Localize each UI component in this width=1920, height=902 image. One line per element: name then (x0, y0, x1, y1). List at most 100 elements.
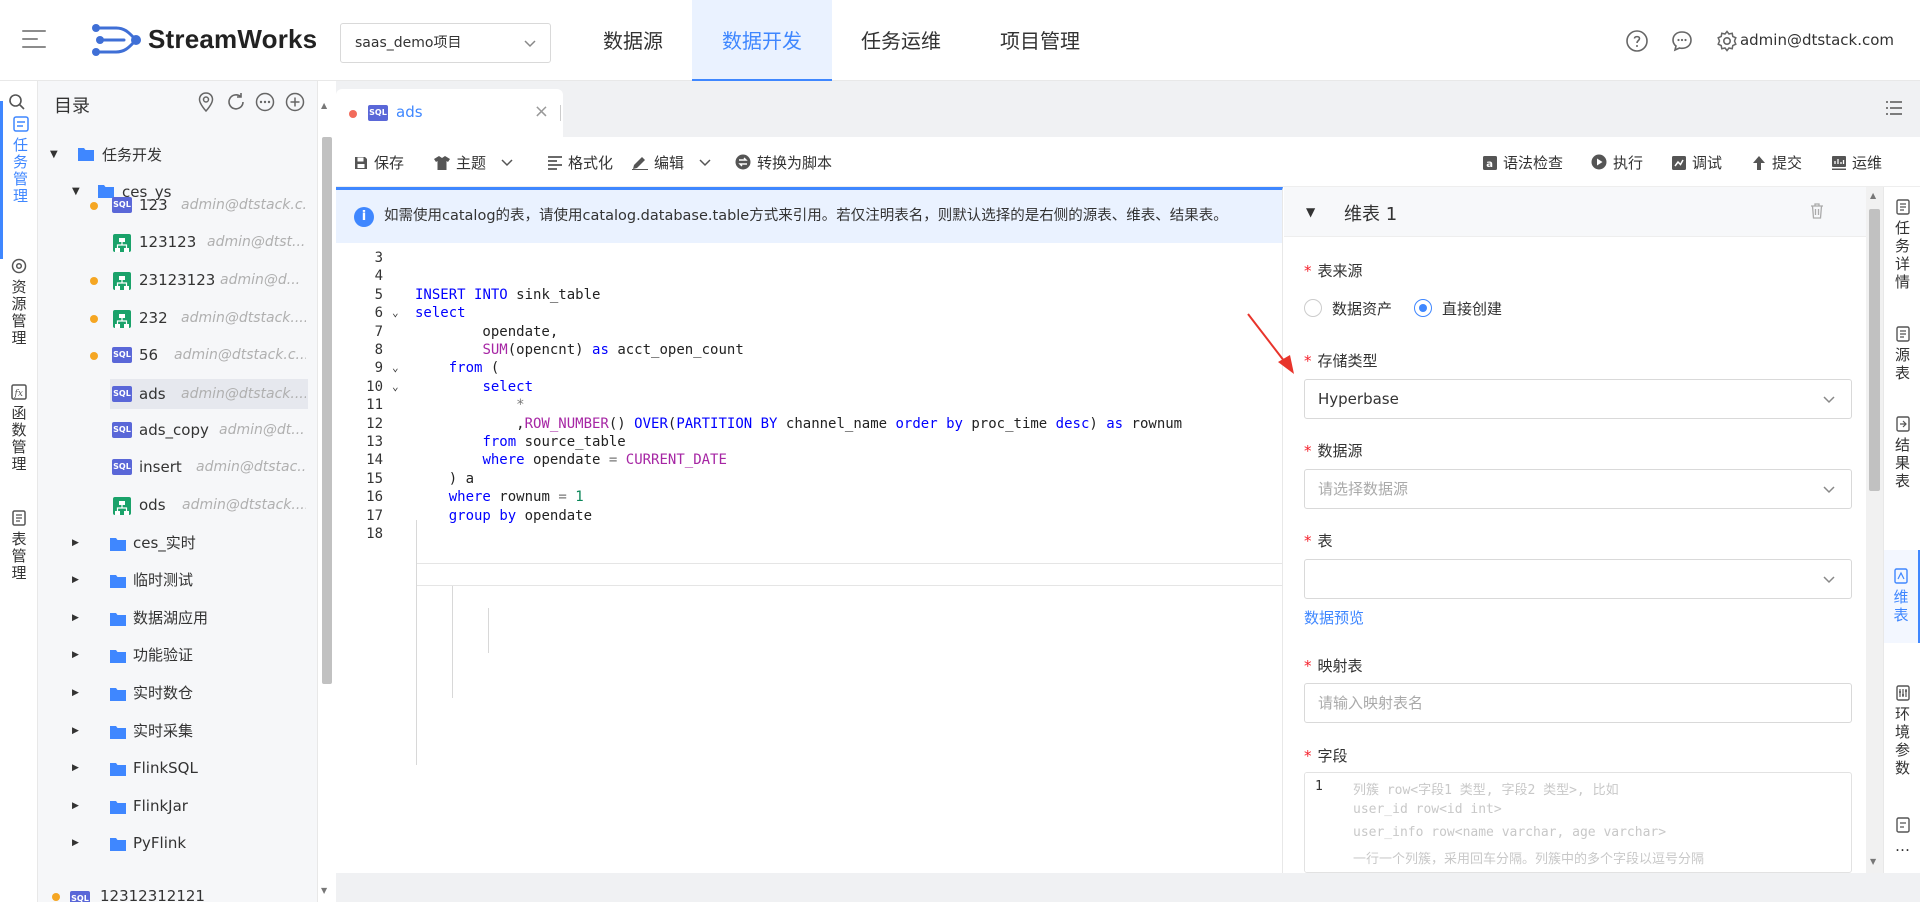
ops-icon (1832, 156, 1846, 170)
more-options-icon[interactable] (254, 91, 276, 113)
iconbar-function-mgmt[interactable]: fx 函数管理 (0, 383, 38, 509)
save-button[interactable]: 保存 (354, 152, 404, 173)
run-button[interactable]: 执行 (1591, 152, 1643, 173)
tree-file-owner: admin@d... (220, 272, 301, 288)
fields-editor[interactable]: 1 列簇 row<字段1 类型, 字段2 类型>, 比如 user_id row… (1304, 772, 1852, 873)
edit-button[interactable]: 编辑 (632, 152, 711, 173)
caret-right-icon: ▶ (72, 838, 79, 848)
tree-file-owner: admin@dtstack.c... (181, 197, 306, 213)
refresh-icon[interactable] (225, 91, 247, 113)
caret-down-icon[interactable]: ▼ (1306, 205, 1315, 219)
tree-folder-label: FlinkSQL (133, 759, 198, 777)
nav-data-dev[interactable]: 数据开发 (692, 0, 832, 81)
table-select[interactable] (1304, 559, 1852, 599)
panel-scrollbar[interactable]: ▲ ▼ (1866, 187, 1883, 873)
tree-folder-item[interactable]: ▶ 实时数仓 (38, 678, 318, 708)
nav-datasource[interactable]: 数据源 (578, 0, 688, 81)
data-preview-link[interactable]: 数据预览 (1304, 607, 1364, 628)
iconbar-table-mgmt[interactable]: 表管理 (0, 509, 38, 609)
tree-file-label: 123 (139, 196, 168, 214)
tab-ads[interactable]: SQL ads × (336, 89, 563, 137)
rtab-dim-table[interactable]: 维表 (1884, 550, 1920, 643)
rtab-source-table[interactable]: 源表 (1884, 322, 1920, 402)
help-icon[interactable] (1625, 29, 1649, 53)
edit-icon (632, 157, 648, 170)
rtab-more[interactable]: … (1884, 813, 1920, 873)
fields-placeholder-line: user_info row<name varchar, age varchar> (1353, 825, 1667, 840)
tree-row-partial[interactable]: SQL 12312312121 (38, 889, 318, 902)
nav-task-ops[interactable]: 任务运维 (836, 0, 966, 81)
ops-button[interactable]: 运维 (1832, 152, 1882, 173)
syntax-check-button[interactable]: a 语法检查 (1483, 152, 1563, 173)
menu-toggle-icon[interactable] (22, 30, 46, 50)
caret-right-icon: ▶ (72, 613, 79, 623)
tree-file-23123123[interactable]: 23123123 admin@d... (38, 265, 318, 295)
rtab-more-label: … (1895, 837, 1910, 855)
storage-type-select[interactable]: Hyperbase (1304, 379, 1852, 419)
rtab-task-detail[interactable]: 任务详情 (1884, 195, 1920, 305)
tree-file-123123[interactable]: 123123 admin@dtst... (38, 227, 318, 257)
tree-folder-label: ces_实时 (133, 534, 196, 552)
submit-button[interactable]: 提交 (1752, 152, 1802, 173)
tree-folder-item[interactable]: ▶ 临时测试 (38, 565, 318, 595)
tree-folder-item[interactable]: ▶ 功能验证 (38, 640, 318, 670)
sql-editor[interactable]: i 如需使用catalog的表，请使用catalog.database.tabl… (336, 187, 1283, 873)
tree-folder-item[interactable]: ▶ PyFlink (38, 828, 318, 858)
message-icon[interactable] (1670, 29, 1694, 53)
dim-table-header[interactable]: ▼ 维表 1 (1284, 187, 1866, 237)
list-icon[interactable] (1886, 101, 1902, 115)
rtab-env-params[interactable]: 环境参数 (1884, 681, 1920, 801)
table-icon (12, 510, 26, 526)
tree-folder-item[interactable]: ▶ 实时采集 (38, 716, 318, 746)
tree-file-232[interactable]: 232 admin@dtstack.... (38, 303, 318, 333)
format-button[interactable]: 格式化 (548, 152, 613, 173)
right-side-tabs: 任务详情 源表 结果表 维表 环境参数 … (1883, 187, 1920, 873)
caret-right-icon: ▶ (72, 650, 79, 660)
search-icon[interactable] (8, 93, 26, 111)
mapping-table-input[interactable]: 请输入映射表名 (1304, 683, 1852, 723)
tree-file-ads_copy[interactable]: SQL ads_copy admin@dt... (38, 415, 318, 445)
tree-folder-label: 数据湖应用 (133, 609, 209, 627)
tree-file-ads[interactable]: SQL ads admin@dtstack.... (110, 379, 308, 409)
locate-icon[interactable] (195, 91, 217, 113)
iconbar-task-mgmt[interactable]: 任务管理 (0, 101, 38, 259)
tree-file-label: 123123 (139, 233, 197, 251)
folder-icon (110, 838, 126, 851)
datasource-select[interactable]: 请选择数据源 (1304, 469, 1852, 509)
task-icon (12, 116, 29, 132)
play-icon (1591, 154, 1607, 170)
tree-folder-item[interactable]: ▶ FlinkJar (38, 791, 318, 821)
tree-folder-item[interactable]: ▶ 数据湖应用 (38, 603, 318, 633)
tree-file-owner: admin@dtstack.... (182, 497, 306, 513)
tree-header: 目录 (9, 81, 318, 123)
nav-project-mgmt[interactable]: 项目管理 (975, 0, 1105, 81)
close-icon[interactable]: × (534, 101, 549, 122)
sql-icon: SQL (112, 347, 132, 363)
tree-file-ods[interactable]: ods admin@dtstack.... (38, 490, 318, 520)
convert-to-script-button[interactable]: 转换为脚本 (735, 152, 832, 173)
project-select[interactable]: saas_demo项目 (340, 23, 551, 63)
settings-icon[interactable] (1715, 29, 1739, 53)
add-icon[interactable] (284, 91, 306, 113)
tree-folder-item[interactable]: ▶ ces_实时 (38, 528, 318, 558)
tree-folder-item[interactable]: ▶ FlinkSQL (38, 753, 318, 783)
tree-file-123[interactable]: SQL 123 admin@dtstack.c... (38, 190, 318, 220)
folder-icon (110, 763, 126, 776)
datasource-label-text: 数据源 (1317, 442, 1363, 460)
tree-scrollbar[interactable]: ▲ ▼ (318, 101, 336, 902)
mapping-label-text: 映射表 (1317, 657, 1363, 675)
status-dot (90, 202, 98, 210)
tree-file-insert[interactable]: SQL insert admin@dtstac... (38, 452, 318, 482)
delete-icon[interactable] (1810, 203, 1824, 219)
folder-icon (110, 801, 126, 814)
tree-file-label: ods (139, 496, 166, 514)
tree-file-56[interactable]: SQL 56 admin@dtstack.c... (38, 340, 318, 370)
user-account[interactable]: admin@dtstack.com (1740, 31, 1894, 49)
tree-folder-label: 临时测试 (133, 571, 194, 589)
tree-folder-root[interactable]: ▼ 任务开发 (38, 140, 318, 170)
rtab-result-table[interactable]: 结果表 (1884, 412, 1920, 512)
debug-button[interactable]: 调试 (1672, 152, 1722, 173)
tree-file-label: 56 (139, 346, 159, 364)
iconbar-resource-mgmt[interactable]: 资源管理 (0, 257, 38, 383)
theme-button[interactable]: 主题 (434, 152, 513, 173)
